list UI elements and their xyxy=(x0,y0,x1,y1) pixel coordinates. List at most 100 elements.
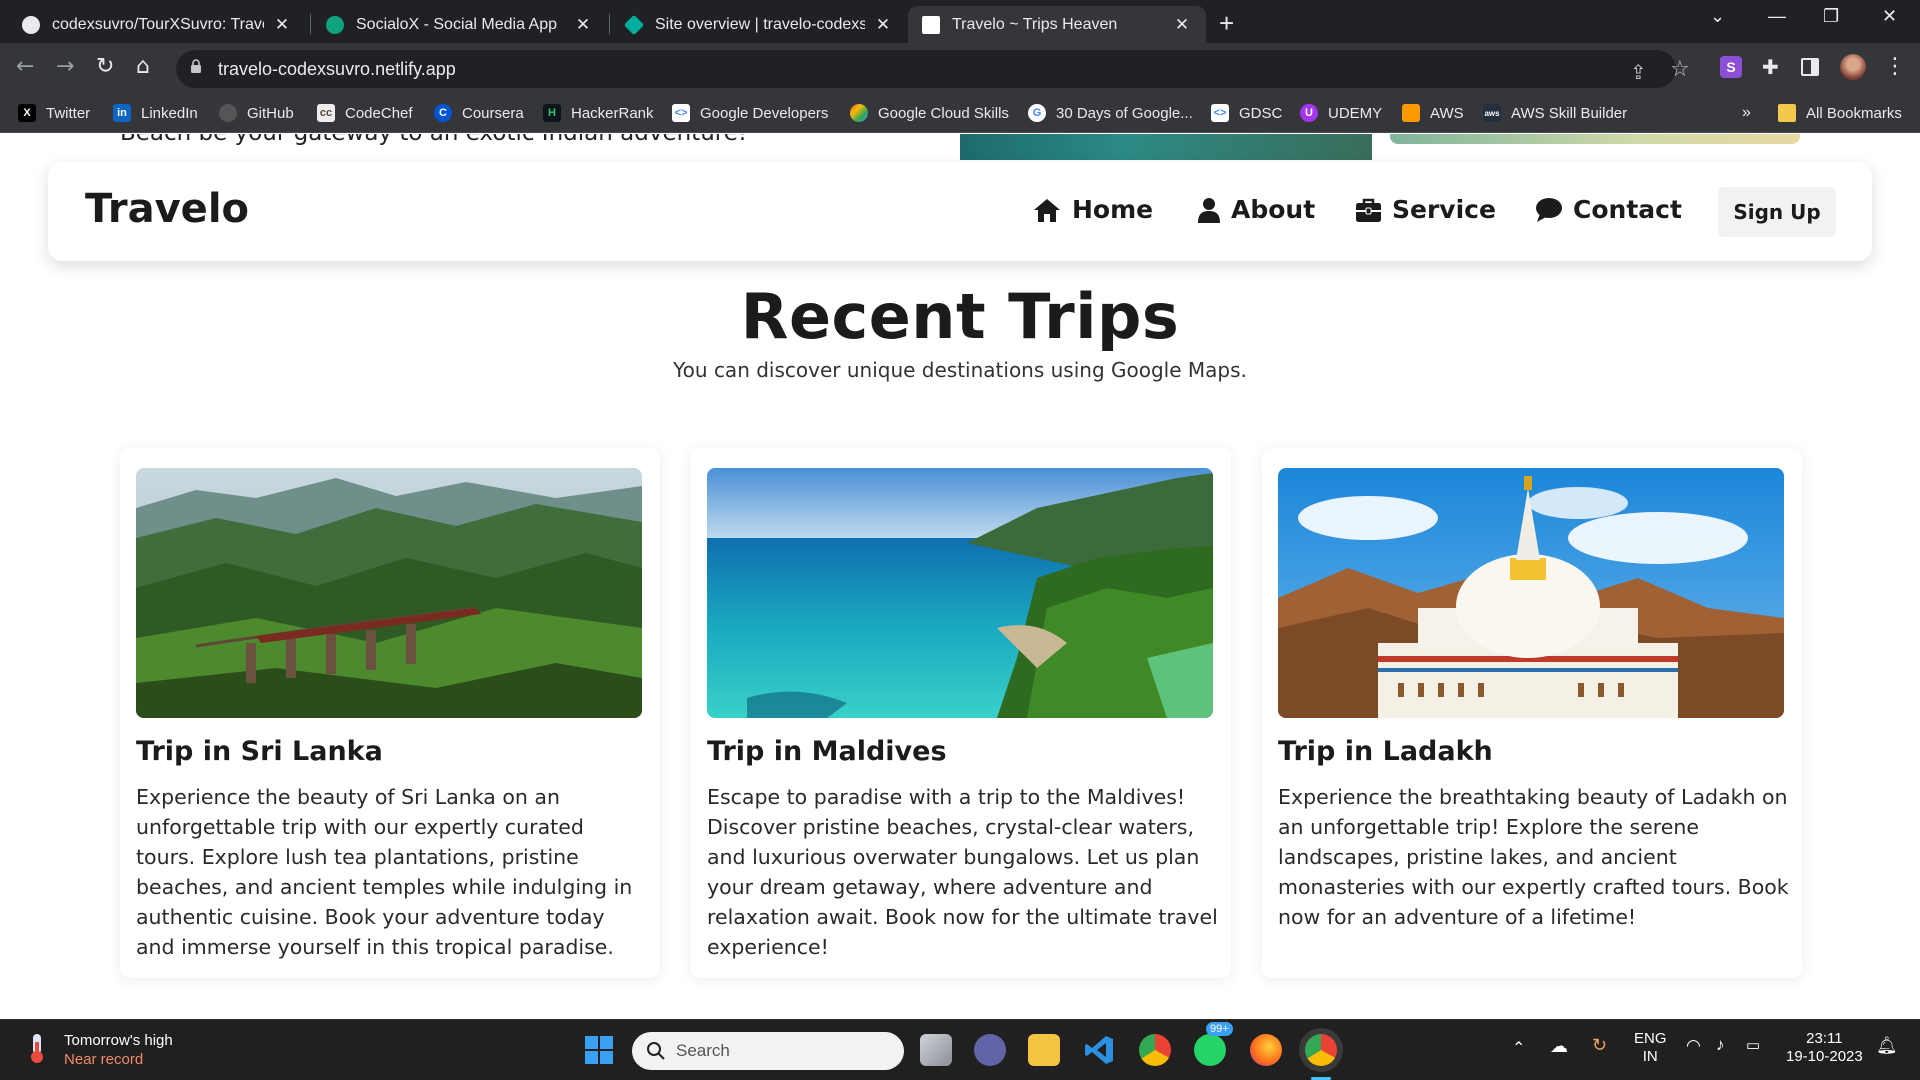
notification-badge: 99+ xyxy=(1206,1022,1233,1036)
bookmark-label: Coursera xyxy=(462,104,524,122)
coursera-icon: C xyxy=(434,104,452,122)
lock-icon[interactable] xyxy=(190,59,202,74)
nav-link-contact[interactable]: Contact xyxy=(1536,195,1682,224)
window-close-icon[interactable]: ✕ xyxy=(1882,6,1897,27)
sign-up-button[interactable]: Sign Up xyxy=(1718,187,1836,237)
bookmark-30-days-google[interactable]: G 30 Days of Google... xyxy=(1028,104,1193,122)
site-logo[interactable]: Travelo xyxy=(85,186,249,232)
trip-image-maldives xyxy=(707,468,1213,718)
bookmark-twitter[interactable]: X Twitter xyxy=(18,104,90,122)
bookmark-label: CodeChef xyxy=(345,104,413,122)
task-view-icon[interactable] xyxy=(920,1034,952,1066)
extension-s-icon[interactable]: S xyxy=(1720,56,1742,78)
bookmark-label: GDSC xyxy=(1239,104,1283,122)
nav-link-home[interactable]: Home xyxy=(1033,195,1153,224)
github-icon xyxy=(219,104,237,122)
section-title: Recent Trips xyxy=(740,280,1180,353)
minimize-icon[interactable]: — xyxy=(1768,6,1786,27)
menu-dots-icon[interactable]: ⋮ xyxy=(1884,54,1906,79)
weather-widget[interactable]: Tomorrow's high Near record xyxy=(26,1032,173,1068)
nav-link-label: Service xyxy=(1392,195,1496,224)
bookmark-linkedin[interactable]: in LinkedIn xyxy=(113,104,198,122)
weather-line2: Near record xyxy=(64,1051,144,1068)
browser-tab[interactable]: SocialoX - Social Media App ✕ xyxy=(312,6,607,43)
thermometer-icon xyxy=(31,1034,43,1063)
share-icon[interactable]: ⇪ xyxy=(1630,60,1647,84)
trip-description: Escape to paradise with a trip to the Ma… xyxy=(707,785,1218,959)
bookmark-github[interactable]: GitHub xyxy=(219,104,294,122)
address-bar[interactable]: travelo-codexsuvro.netlify.app ⇪ ☆ xyxy=(176,50,1690,88)
trip-card[interactable]: Trip in Sri Lanka Experience the beauty … xyxy=(120,448,660,978)
browser-tab-active[interactable]: Travelo ~ Trips Heaven ✕ xyxy=(908,6,1206,43)
restore-icon[interactable]: ❐ xyxy=(1823,6,1839,27)
trip-card[interactable]: Trip in Maldives Escape to paradise with… xyxy=(691,448,1231,978)
tab-divider xyxy=(609,14,610,34)
home-browser-icon[interactable]: ⌂ xyxy=(136,54,150,79)
firefox-icon[interactable] xyxy=(1250,1034,1282,1066)
browser-tab[interactable]: Site overview | travelo-codexsuv ✕ xyxy=(611,6,907,43)
reload-icon[interactable]: ↻ xyxy=(96,54,114,79)
close-icon[interactable]: ✕ xyxy=(873,15,893,35)
bookmarks-overflow-chevron[interactable]: » xyxy=(1742,104,1751,122)
bookmark-star-icon[interactable]: ☆ xyxy=(1670,57,1690,82)
bookmark-hackerrank[interactable]: H HackerRank xyxy=(543,104,654,122)
trip-image-sri-lanka xyxy=(136,468,642,718)
language-line2: IN xyxy=(1642,1048,1658,1065)
bookmark-aws-skill-builder[interactable]: aws AWS Skill Builder xyxy=(1483,104,1627,122)
url-text[interactable]: travelo-codexsuvro.netlify.app xyxy=(218,59,456,80)
chrome-dev-icon[interactable] xyxy=(1305,1034,1337,1066)
battery-icon[interactable]: ▭ xyxy=(1746,1036,1760,1054)
trip-title: Trip in Sri Lanka xyxy=(136,736,383,767)
back-icon[interactable]: ← xyxy=(16,54,34,79)
bookmark-label: AWS xyxy=(1430,104,1464,122)
taskbar-search-placeholder: Search xyxy=(676,1041,730,1060)
trip-card[interactable]: Trip in Ladakh Experience the breathtaki… xyxy=(1262,448,1802,978)
aws-skill-builder-icon: aws xyxy=(1483,104,1501,122)
bookmark-google-developers[interactable]: <> Google Developers xyxy=(672,104,828,122)
google-cloud-icon xyxy=(850,104,868,122)
profile-avatar[interactable] xyxy=(1840,54,1866,80)
whatsapp-icon[interactable]: 99+ xyxy=(1194,1022,1233,1066)
forward-icon[interactable]: → xyxy=(56,54,74,79)
bookmark-aws[interactable]: AWS xyxy=(1402,104,1464,122)
previous-section-image xyxy=(1390,134,1800,144)
file-explorer-icon[interactable] xyxy=(1028,1034,1060,1066)
tab-title: Site overview | travelo-codexsuv xyxy=(655,15,865,33)
onedrive-cloud-icon[interactable]: ☁ xyxy=(1550,1036,1568,1057)
extensions-puzzle-icon[interactable]: ✚ xyxy=(1762,56,1784,78)
vscode-icon[interactable] xyxy=(1083,1034,1115,1066)
nav-link-about[interactable]: About xyxy=(1198,195,1315,224)
volume-icon[interactable]: ♪ xyxy=(1716,1035,1725,1055)
bookmark-udemy[interactable]: U UDEMY xyxy=(1300,104,1382,122)
all-bookmarks[interactable]: All Bookmarks xyxy=(1778,104,1902,122)
windows-start-icon[interactable] xyxy=(583,1034,615,1066)
bookmark-google-cloud-skills[interactable]: Google Cloud Skills xyxy=(850,104,1009,122)
sync-icon[interactable]: ↻ xyxy=(1592,1035,1607,1056)
wifi-icon[interactable]: ◠ xyxy=(1686,1036,1701,1056)
google-icon: G xyxy=(1028,104,1046,122)
bookmark-codechef[interactable]: cc CodeChef xyxy=(317,104,413,122)
chrome-icon[interactable] xyxy=(1139,1034,1171,1066)
side-panel-icon[interactable] xyxy=(1801,58,1819,76)
bookmark-gdsc[interactable]: <> GDSC xyxy=(1211,104,1282,122)
language-line1: ENG xyxy=(1634,1030,1667,1047)
browser-tab[interactable]: codexsuvro/TourXSuvro: Travel a ✕ xyxy=(8,6,306,43)
taskbar-search[interactable]: Search xyxy=(632,1032,904,1070)
tab-search-icon[interactable]: ⌄ xyxy=(1710,6,1725,27)
tray-overflow-chevron[interactable]: ⌃ xyxy=(1512,1038,1525,1058)
close-icon[interactable]: ✕ xyxy=(573,15,593,35)
clock[interactable]: 23:11 19-10-2023 xyxy=(1786,1030,1863,1066)
notification-bell-icon[interactable]: 🔔︎ xyxy=(1876,1036,1898,1056)
teams-chat-icon[interactable] xyxy=(974,1034,1006,1066)
bookmark-label: Google Cloud Skills xyxy=(878,104,1009,122)
close-icon[interactable]: ✕ xyxy=(272,15,292,35)
language-indicator[interactable]: ENG IN xyxy=(1634,1030,1667,1066)
nav-link-service[interactable]: Service xyxy=(1356,195,1496,224)
close-icon[interactable]: ✕ xyxy=(1172,15,1192,35)
tab-title: codexsuvro/TourXSuvro: Travel a xyxy=(52,15,264,33)
section-subtitle: You can discover unique destinations usi… xyxy=(673,358,1247,382)
new-tab-button[interactable]: + xyxy=(1219,8,1234,39)
bookmarks-bar: X Twitter in LinkedIn GitHub cc CodeChef CC… xyxy=(0,95,1920,133)
all-bookmarks-label: All Bookmarks xyxy=(1806,104,1902,122)
bookmark-coursera[interactable]: C Coursera xyxy=(434,104,524,122)
